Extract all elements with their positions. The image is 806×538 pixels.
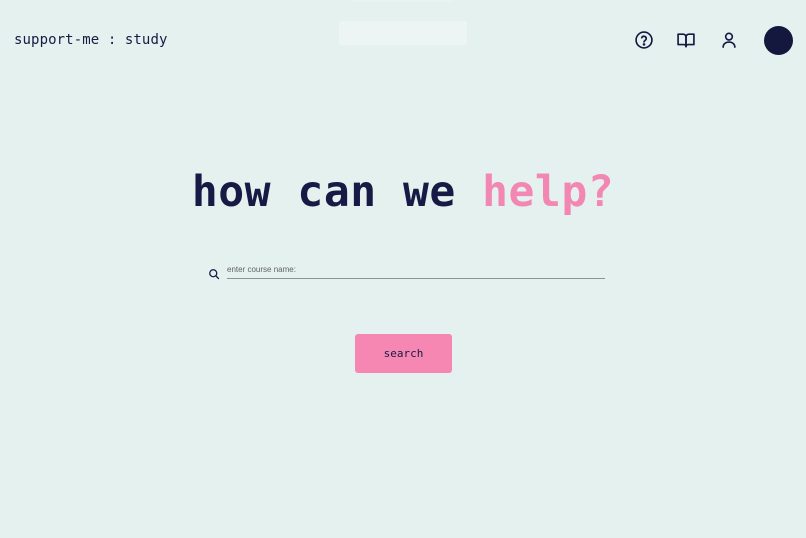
headline-accent: help? <box>482 167 615 217</box>
headline-main: how can we <box>191 167 483 217</box>
search-field-row <box>208 263 606 283</box>
book-icon[interactable] <box>676 30 696 50</box>
faded-banner <box>339 21 467 45</box>
search-icon <box>208 268 220 280</box>
avatar[interactable] <box>764 26 793 55</box>
search-button[interactable]: search <box>355 334 452 373</box>
course-name-input[interactable] <box>227 263 605 279</box>
faded-top-bar <box>352 0 454 2</box>
user-icon[interactable] <box>719 30 739 50</box>
brand-title[interactable]: support-me : study <box>14 32 168 48</box>
hero-headline: how can we help? <box>0 166 806 218</box>
help-circle-icon[interactable] <box>634 30 654 50</box>
page: support-me : study how can we help? ente… <box>0 0 806 538</box>
